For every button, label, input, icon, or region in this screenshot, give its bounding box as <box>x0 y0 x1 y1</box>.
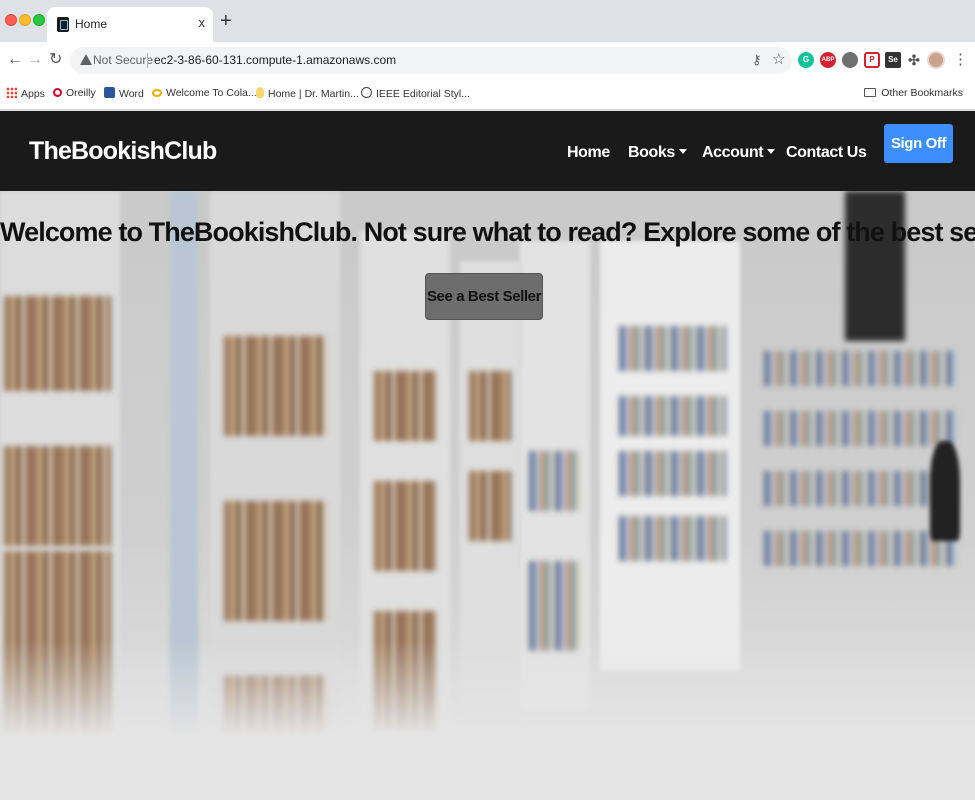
site-favicon-icon <box>57 17 69 32</box>
close-window-button[interactable] <box>5 14 17 26</box>
nav-contact-link[interactable]: Contact Us <box>786 144 867 162</box>
best-seller-button[interactable]: See a Best Seller <box>425 273 543 320</box>
back-arrow-icon[interactable]: ← <box>7 50 23 70</box>
browser-menu-icon[interactable]: ⋮ <box>953 50 968 68</box>
bookmark-label: IEEE Editorial Styl... <box>376 88 470 100</box>
bookmark-apps[interactable]: Apps <box>6 87 45 100</box>
lightbulb-icon <box>256 87 264 98</box>
nav-books-label: Books <box>628 144 675 161</box>
bookmark-oreilly[interactable]: Oreilly <box>53 87 96 99</box>
bookmark-word[interactable]: Word <box>104 87 144 100</box>
nav-books-dropdown[interactable]: Books <box>628 144 687 162</box>
browser-toolbar: ← → ↻ Not Secure ec2-3-86-60-131.compute… <box>0 42 975 78</box>
caret-down-icon <box>678 149 687 154</box>
circle-extension-icon[interactable] <box>842 52 858 68</box>
grammarly-extension-icon[interactable]: G <box>798 52 814 68</box>
nav-account-dropdown[interactable]: Account <box>702 144 776 162</box>
hero-headline: Welcome to TheBookishClub. Not sure what… <box>0 217 975 247</box>
bookmark-label: Welcome To Cola... <box>166 87 257 99</box>
reload-icon[interactable]: ↻ <box>49 50 62 70</box>
oreilly-icon <box>53 88 62 97</box>
maximize-window-button[interactable] <box>33 14 45 26</box>
browser-tab-home[interactable]: Home x <box>47 7 213 42</box>
profile-avatar[interactable] <box>927 51 945 69</box>
word-icon <box>104 87 115 98</box>
warning-triangle-icon <box>80 54 92 65</box>
nav-account-label: Account <box>702 144 764 161</box>
key-icon[interactable]: ⚷ <box>752 52 762 68</box>
forward-arrow-icon[interactable]: → <box>27 50 43 70</box>
site-brand-logo[interactable]: TheBookishClub <box>29 137 217 166</box>
bookmark-colab[interactable]: Welcome To Cola... <box>152 87 257 99</box>
bookmark-label: Home | Dr. Martin... <box>268 88 359 100</box>
bookmark-star-icon[interactable]: ☆ <box>772 50 785 68</box>
bookmark-label: Word <box>119 88 144 100</box>
bookmark-label: Apps <box>21 88 45 100</box>
site-navbar: TheBookishClub Home Books Account Contac… <box>0 111 975 191</box>
extensions-puzzle-icon[interactable]: ✣ <box>906 52 922 68</box>
other-bookmarks[interactable]: Other Bookmarks <box>864 87 963 99</box>
new-tab-button[interactable]: + <box>220 11 232 31</box>
browser-tab-strip: Home x + <box>0 0 975 42</box>
apps-grid-icon <box>6 87 17 98</box>
minimize-window-button[interactable] <box>19 14 31 26</box>
address-bar[interactable]: Not Secure ec2-3-86-60-131.compute-1.ama… <box>70 47 792 74</box>
folder-icon <box>864 88 877 97</box>
sign-off-button[interactable]: Sign Off <box>884 124 953 163</box>
other-bookmarks-label: Other Bookmarks <box>881 87 963 99</box>
caret-down-icon <box>767 149 776 154</box>
web-page: TheBookishClub Home Books Account Contac… <box>0 111 975 800</box>
security-status[interactable]: Not Secure <box>93 53 153 67</box>
url-divider <box>147 53 148 68</box>
globe-icon <box>361 87 372 98</box>
bookmark-dr-martin[interactable]: Home | Dr. Martin... <box>256 87 359 100</box>
tab-close-icon[interactable]: x <box>199 15 206 31</box>
library-hero-background <box>0 111 975 800</box>
tab-title: Home <box>75 17 108 31</box>
bookmark-label: Oreilly <box>66 87 96 99</box>
nav-home-link[interactable]: Home <box>567 144 610 162</box>
bookmarks-bar: Apps Oreilly Word Welcome To Cola... Hom… <box>0 78 975 110</box>
bookmark-ieee[interactable]: IEEE Editorial Styl... <box>361 87 470 100</box>
colab-icon <box>152 89 162 97</box>
selenium-extension-icon[interactable]: Se <box>885 52 901 68</box>
pocket-extension-icon[interactable]: P <box>864 52 880 68</box>
url-text[interactable]: ec2-3-86-60-131.compute-1.amazonaws.com <box>154 53 396 67</box>
adblock-extension-icon[interactable]: ABP <box>820 52 836 68</box>
